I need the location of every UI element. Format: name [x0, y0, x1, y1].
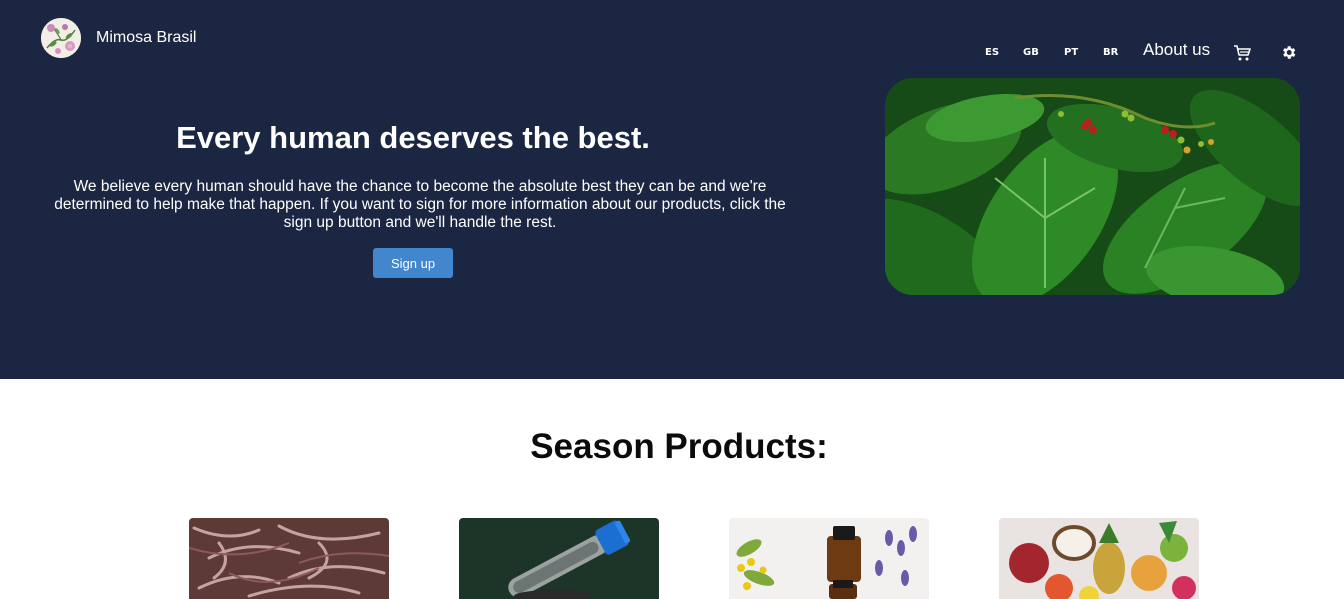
hero-title: Every human deserves the best. — [176, 120, 650, 155]
language-br[interactable]: BR — [1103, 47, 1118, 58]
language-es[interactable]: ES — [985, 47, 999, 58]
product-card-essential-oils[interactable] — [729, 518, 929, 599]
language-pt[interactable]: PT — [1064, 47, 1078, 58]
hero-description: We believe every human should have the c… — [54, 178, 786, 231]
product-card-fruits[interactable] — [999, 518, 1199, 599]
signup-button[interactable]: Sign up — [373, 248, 453, 278]
about-us-link[interactable]: About us — [1143, 40, 1210, 60]
gear-icon[interactable] — [1280, 44, 1297, 61]
season-products-title: Season Products: — [530, 427, 828, 466]
language-gb[interactable]: GB — [1023, 47, 1039, 58]
hero-section: Mimosa Brasil ES GB PT BR About us Every… — [0, 0, 1344, 379]
product-card-roots[interactable] — [189, 518, 389, 599]
coffee-plant-image — [885, 78, 1300, 295]
cart-icon[interactable] — [1233, 44, 1251, 62]
brand-name[interactable]: Mimosa Brasil — [96, 29, 196, 47]
product-card-test-tube[interactable] — [459, 518, 659, 599]
brand-logo-icon[interactable] — [41, 18, 81, 58]
